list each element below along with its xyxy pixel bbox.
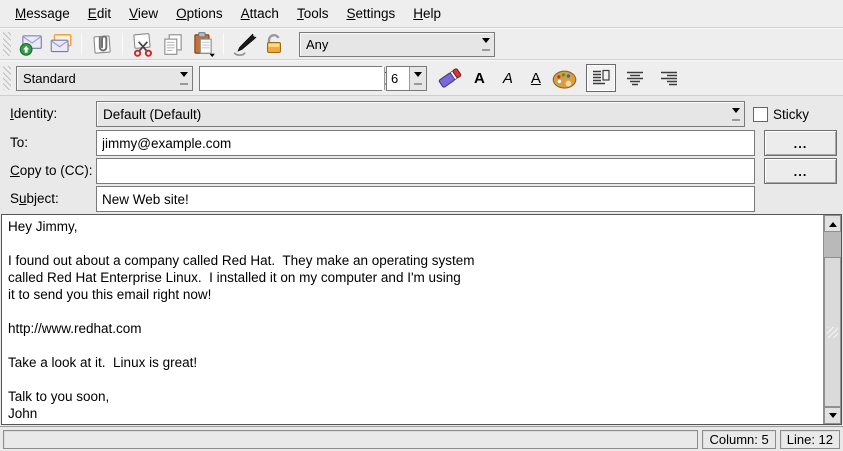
menu-item-help[interactable]: Help [404,3,450,24]
arrow-down-icon [829,413,837,422]
to-label: To: [10,135,28,150]
paragraph-style-value: Standard [17,67,175,90]
priority-combobox[interactable]: Any [299,32,495,57]
identity-label: Identity: [10,106,57,121]
underline-icon[interactable]: A [531,71,541,86]
toolbar-separator [223,33,224,55]
queue-mail-icon [48,31,74,57]
menu-bar: Message Edit View Options Attach Tools S… [0,0,843,28]
arrow-up-icon [829,218,837,227]
main-toolbar: Any [0,28,843,60]
dropdown-arrow-icon[interactable] [175,67,192,90]
align-left-icon [589,66,613,90]
encrypt-lock-icon [262,32,286,56]
eraser-icon [437,65,463,91]
menu-item-tools[interactable]: Tools [288,3,338,24]
status-column-indicator: Column: 5 [702,430,775,449]
sticky-checkbox[interactable] [753,107,768,122]
copy-icon [160,31,186,57]
queue-mail-button[interactable] [46,30,76,58]
align-right-button[interactable] [654,64,684,92]
cut-icon [130,31,156,57]
menu-item-edit[interactable]: Edit [79,3,120,24]
message-body-editor[interactable]: Hey Jimmy, I found out about a company c… [1,214,842,425]
paste-icon [190,31,216,57]
scroll-down-button[interactable] [824,407,841,424]
identity-combobox[interactable]: Default (Default) [96,101,745,127]
font-size-combobox[interactable] [386,66,427,91]
bold-icon[interactable]: A [474,71,485,86]
vertical-scrollbar[interactable] [823,215,841,424]
toolbar-drag-handle[interactable] [3,66,11,90]
dropdown-arrow-icon[interactable] [477,33,494,56]
align-center-icon [623,66,647,90]
toolbar-separator [122,33,123,55]
palette-icon [551,65,578,92]
scroll-up-button[interactable] [824,215,841,232]
font-family-input[interactable] [200,67,384,90]
to-address-picker-button[interactable]: ... [764,130,837,156]
status-message-panel [3,430,698,449]
menu-item-options[interactable]: Options [167,3,232,24]
sign-pen-icon [231,31,257,57]
encrypt-message-button[interactable] [259,30,289,58]
paragraph-style-combobox[interactable]: Standard [16,66,193,91]
attach-file-icon [89,31,115,57]
scrollbar-thumb[interactable] [824,257,841,407]
text-color-button[interactable] [550,64,580,92]
font-size-input[interactable] [387,67,409,90]
status-line-indicator: Line: 12 [780,430,840,449]
send-mail-button[interactable] [16,30,46,58]
identity-value: Default (Default) [97,102,727,126]
align-center-button[interactable] [620,64,650,92]
dropdown-arrow-icon[interactable] [727,102,744,126]
subject-label: Subject: [10,191,59,206]
cc-input[interactable] [96,158,755,184]
italic-icon[interactable]: A [503,71,513,86]
toolbar-drag-handle[interactable] [3,32,11,56]
dropdown-arrow-icon[interactable] [409,67,426,90]
menu-item-attach[interactable]: Attach [232,3,288,24]
remove-formatting-button[interactable] [435,64,465,92]
sign-message-button[interactable] [229,30,259,58]
message-body-text[interactable]: Hey Jimmy, I found out about a company c… [2,215,823,424]
cc-address-picker-button[interactable]: ... [764,158,837,184]
cc-label: Copy to (CC): [10,163,93,178]
format-toolbar: Standard A A A [0,60,843,96]
mail-composer-window: Message Edit View Options Attach Tools S… [0,0,843,451]
grip-icon [827,327,838,338]
paste-button[interactable] [188,30,218,58]
sticky-label: Sticky [773,107,809,122]
copy-button[interactable] [158,30,188,58]
toolbar-separator [81,33,82,55]
send-mail-icon [18,31,44,57]
status-bar: Column: 5 Line: 12 [0,426,843,451]
align-left-button[interactable] [586,64,616,92]
menu-item-settings[interactable]: Settings [337,3,404,24]
font-family-combobox[interactable] [199,66,382,91]
attach-file-button[interactable] [87,30,117,58]
subject-input[interactable] [96,186,755,212]
cut-button[interactable] [128,30,158,58]
priority-value: Any [300,33,477,56]
menu-item-view[interactable]: View [120,3,167,24]
align-right-icon [657,66,681,90]
menu-item-message[interactable]: Message [6,3,79,24]
to-input[interactable] [96,130,755,156]
